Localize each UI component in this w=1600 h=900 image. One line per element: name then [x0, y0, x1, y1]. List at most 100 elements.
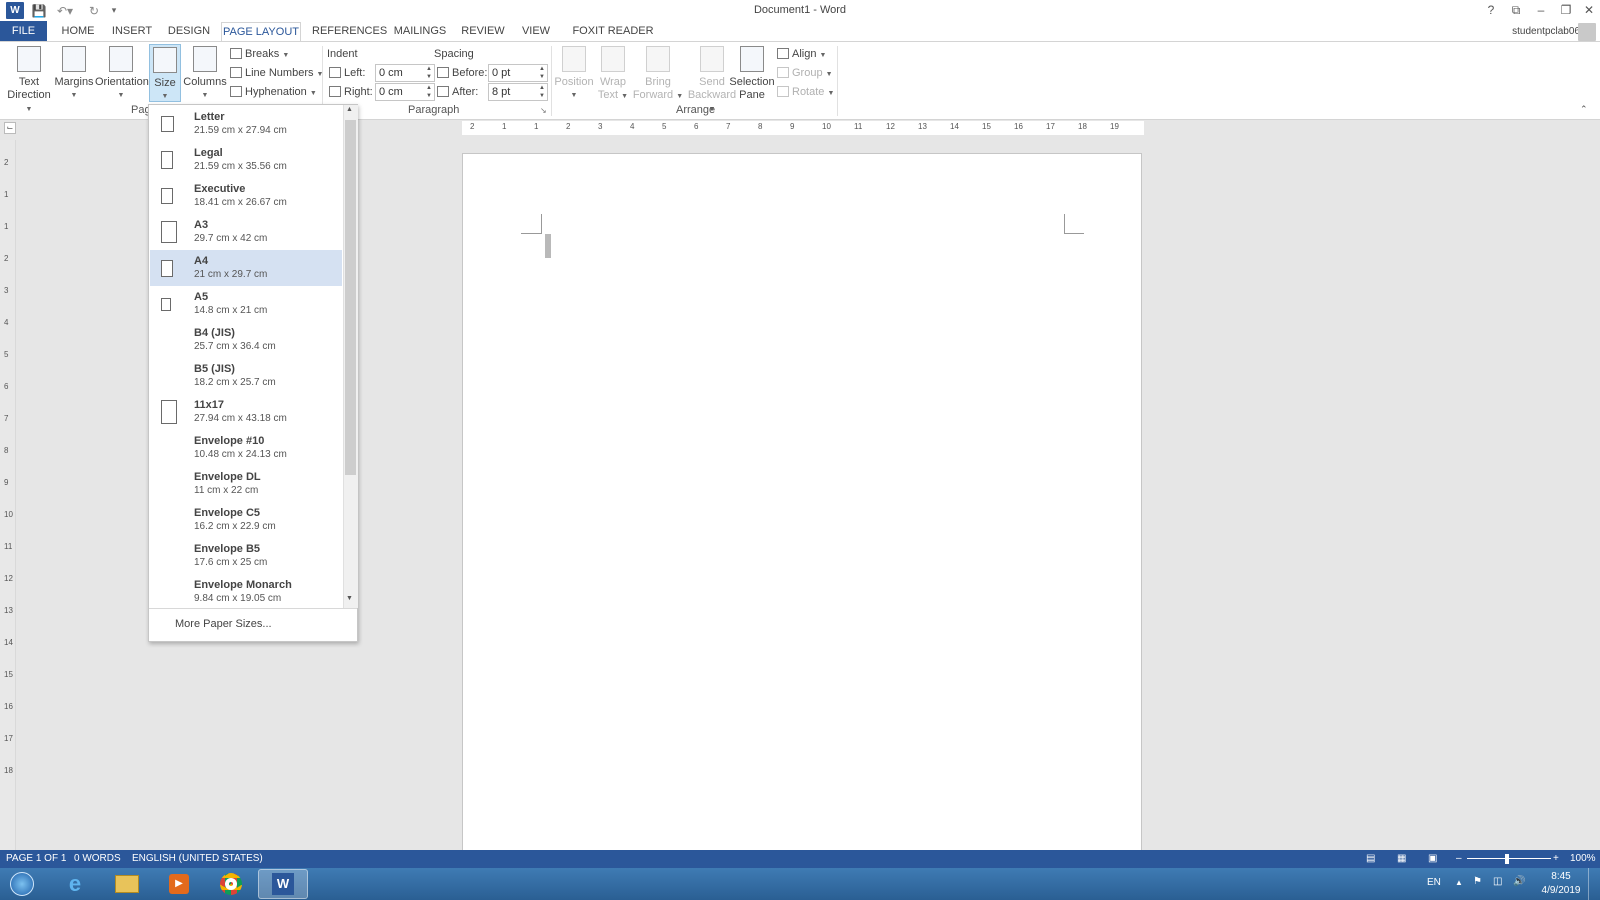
spacing-before-field[interactable]: 0 pt ▲ ▼: [488, 64, 548, 82]
more-paper-sizes-item[interactable]: More Paper Sizes...: [149, 608, 357, 641]
volume-icon[interactable]: 🔊: [1513, 876, 1525, 887]
word-button[interactable]: W: [258, 869, 308, 899]
language-status[interactable]: ENGLISH (UNITED STATES): [132, 850, 263, 868]
zoom-slider-thumb[interactable]: [1505, 854, 1509, 864]
selection-pane-button[interactable]: Selection Pane: [727, 44, 777, 104]
size-option-dimensions: 14.8 cm x 21 cm: [194, 305, 268, 316]
spinner-arrows-icon[interactable]: ▲ ▼: [426, 65, 432, 81]
page-count[interactable]: PAGE 1 OF 1: [6, 850, 66, 868]
show-desktop-button[interactable]: [1588, 868, 1600, 900]
vertical-ruler[interactable]: 2 1 1 2 3 4 5 6 7 8 9 10 11 12 13 14 15 16 17 18: [0, 140, 16, 850]
size-option[interactable]: Envelope DL 11 cm x 22 cm: [150, 466, 342, 502]
indent-left-field[interactable]: 0 cm ▲ ▼: [375, 64, 435, 82]
internet-explorer-icon: e: [68, 871, 82, 896]
position-button[interactable]: Position ▼: [554, 44, 594, 104]
ruler-tick-label: 1: [4, 190, 9, 199]
network-icon[interactable]: ◫: [1493, 876, 1502, 887]
input-language[interactable]: EN: [1427, 877, 1441, 888]
read-mode-icon[interactable]: ▤: [1366, 850, 1375, 868]
size-option[interactable]: Letter 21.59 cm x 27.94 cm: [150, 106, 342, 142]
print-layout-icon[interactable]: ▦: [1397, 850, 1406, 868]
paragraph-dialog-launcher-icon[interactable]: ↘: [540, 102, 547, 120]
columns-button[interactable]: Columns ▼: [183, 44, 227, 104]
size-option[interactable]: Envelope Monarch 9.84 cm x 19.05 cm: [150, 574, 342, 610]
help-icon[interactable]: ?: [1478, 0, 1504, 20]
size-option-name: 11x17: [194, 399, 224, 411]
tab-file[interactable]: FILE: [0, 21, 47, 42]
ruler-tick-label: 8: [4, 446, 9, 455]
minimize-button[interactable]: –: [1528, 0, 1554, 20]
collapse-ribbon-icon[interactable]: ⌃: [1580, 100, 1588, 118]
margin-corner-mark: [541, 214, 542, 234]
tab-design[interactable]: DESIGN: [164, 22, 214, 42]
spinner-arrows-icon[interactable]: ▲ ▼: [426, 84, 432, 100]
wrap-text-button[interactable]: Wrap Text ▼: [594, 44, 632, 104]
avatar[interactable]: [1578, 23, 1596, 41]
size-option[interactable]: Envelope B5 17.6 cm x 25 cm: [150, 538, 342, 574]
user-name[interactable]: studentpclab06: [1480, 22, 1580, 42]
close-button[interactable]: ✕: [1576, 0, 1600, 20]
tab-page-layout[interactable]: PAGE LAYOUT: [221, 22, 301, 43]
ruler-tick-label: 1: [534, 122, 539, 131]
size-option[interactable]: A4 21 cm x 29.7 cm: [150, 250, 342, 286]
action-center-flag-icon[interactable]: ⚑: [1473, 876, 1482, 887]
zoom-out-icon[interactable]: –: [1456, 850, 1462, 868]
chrome-button[interactable]: [206, 869, 256, 899]
ribbon-display-options-icon[interactable]: ⧉: [1503, 0, 1529, 20]
indent-right-field[interactable]: 0 cm ▲ ▼: [375, 83, 435, 101]
internet-explorer-button[interactable]: e: [50, 869, 100, 899]
breaks-icon: [230, 48, 242, 59]
tab-references[interactable]: REFERENCES: [312, 22, 387, 42]
group-button[interactable]: Group ▼: [777, 64, 833, 82]
size-option[interactable]: Legal 21.59 cm x 35.56 cm: [150, 142, 342, 178]
scroll-up-icon[interactable]: ▲: [346, 106, 353, 113]
tab-selector-icon[interactable]: ⌙: [4, 122, 16, 134]
horizontal-ruler[interactable]: 2 1 1 2 3 4 5 6 7 8 9 10 11 12 13 14 15 16 17 18 19: [462, 121, 1144, 135]
line-numbers-button[interactable]: Line Numbers ▼: [230, 64, 323, 82]
margins-button[interactable]: Margins ▼: [54, 44, 94, 104]
size-option[interactable]: B4 (JIS) 25.7 cm x 36.4 cm: [150, 322, 342, 358]
align-button[interactable]: Align ▼: [777, 45, 826, 63]
word-count[interactable]: 0 WORDS: [74, 850, 121, 868]
window-title: Document1 - Word: [753, 4, 847, 16]
spinner-arrows-icon[interactable]: ▲ ▼: [539, 65, 545, 81]
size-option[interactable]: 11x17 27.94 cm x 43.18 cm: [150, 394, 342, 430]
size-option[interactable]: Envelope #10 10.48 cm x 24.13 cm: [150, 430, 342, 466]
position-icon: [562, 46, 586, 72]
file-explorer-button[interactable]: [102, 869, 152, 899]
tab-foxit-reader-pdf[interactable]: FOXIT READER PDF: [566, 22, 660, 56]
windows-logo-icon: [10, 872, 34, 896]
tab-home[interactable]: HOME: [56, 22, 100, 42]
tab-view[interactable]: VIEW: [518, 22, 554, 42]
zoom-level[interactable]: 100%: [1570, 850, 1596, 868]
rotate-button[interactable]: Rotate ▼: [777, 83, 834, 101]
size-option-name: A4: [194, 255, 209, 267]
tab-insert[interactable]: INSERT: [110, 22, 154, 42]
size-option[interactable]: A3 29.7 cm x 42 cm: [150, 214, 342, 250]
tab-mailings[interactable]: MAILINGS: [392, 22, 448, 42]
media-player-button[interactable]: ▶: [154, 869, 204, 899]
bring-forward-button[interactable]: Bring Forward ▼: [632, 44, 684, 104]
document-page[interactable]: [462, 153, 1142, 853]
orientation-button[interactable]: Orientation ▼: [95, 44, 149, 104]
size-option[interactable]: Envelope C5 16.2 cm x 22.9 cm: [150, 502, 342, 538]
start-button[interactable]: [0, 869, 44, 899]
scrollbar-thumb[interactable]: [345, 120, 356, 475]
size-option[interactable]: A5 14.8 cm x 21 cm: [150, 286, 342, 322]
zoom-slider[interactable]: [1467, 858, 1551, 859]
spinner-arrows-icon[interactable]: ▲ ▼: [539, 84, 545, 100]
clock-date[interactable]: 4/9/2019: [1534, 885, 1588, 896]
hyphenation-button[interactable]: Hyphenation ▼: [230, 83, 317, 101]
breaks-button[interactable]: Breaks ▼: [230, 45, 289, 63]
spacing-after-field[interactable]: 8 pt ▲ ▼: [488, 83, 548, 101]
clock-time[interactable]: 8:45: [1544, 871, 1578, 882]
show-hidden-icons-icon[interactable]: ▲: [1455, 878, 1463, 887]
web-layout-icon[interactable]: ▣: [1428, 850, 1437, 868]
text-direction-button[interactable]: Text Direction ▼: [4, 44, 54, 113]
size-option[interactable]: Executive 18.41 cm x 26.67 cm: [150, 178, 342, 214]
size-button[interactable]: Size ▼: [149, 44, 181, 102]
zoom-in-icon[interactable]: +: [1553, 850, 1559, 868]
scroll-down-icon[interactable]: ▼: [346, 595, 353, 602]
tab-review[interactable]: REVIEW: [460, 22, 506, 42]
size-option[interactable]: B5 (JIS) 18.2 cm x 25.7 cm: [150, 358, 342, 394]
